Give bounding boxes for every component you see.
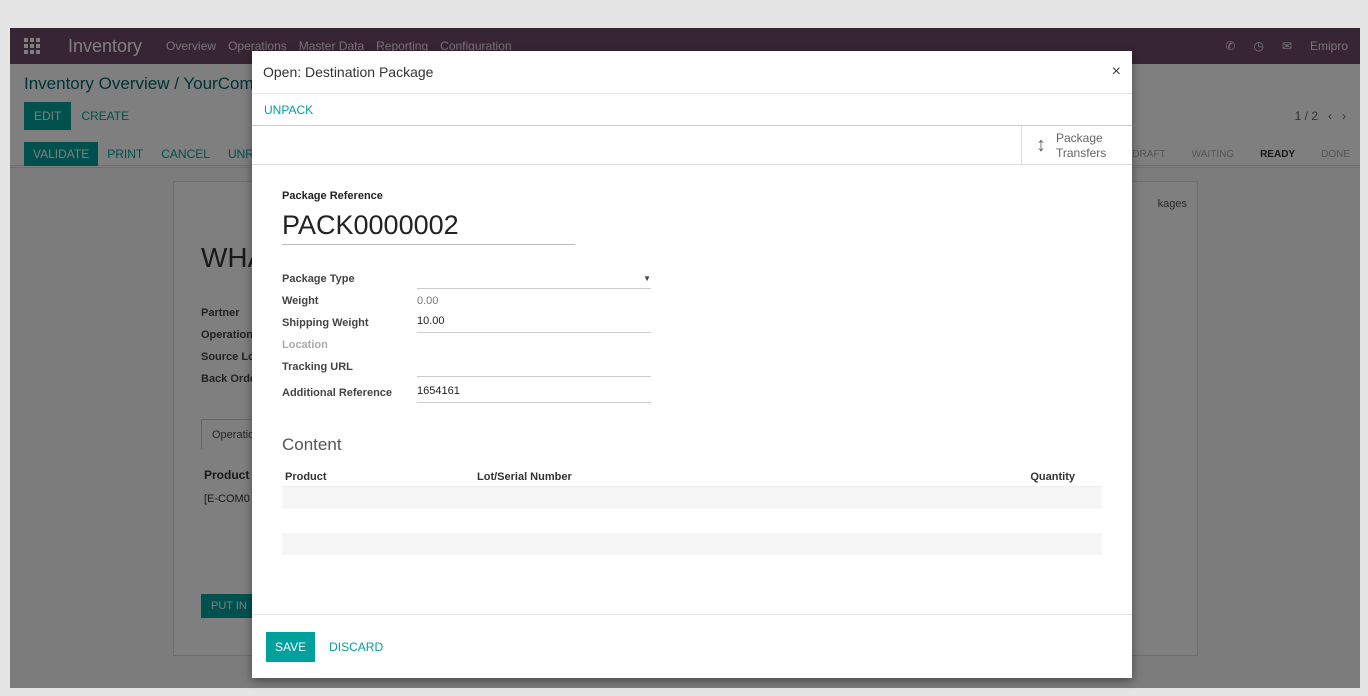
package-transfers-button[interactable]: ↕ Package Transfers bbox=[1021, 126, 1132, 165]
button-box: ↕ Package Transfers bbox=[252, 126, 1132, 165]
shipping-weight-row: Shipping Weight 10.00 bbox=[282, 311, 1102, 333]
table-row bbox=[282, 533, 1102, 555]
modal-overlay: Open: Destination Package × UNPACK ↕ Pac… bbox=[0, 0, 1368, 696]
dialog-body: UNPACK ↕ Package Transfers Package Refer… bbox=[252, 94, 1132, 614]
package-reference-label: Package Reference bbox=[282, 190, 383, 202]
location-row: Location bbox=[282, 333, 1102, 355]
dialog-title: Open: Destination Package bbox=[263, 64, 434, 80]
column-quantity[interactable]: Quantity bbox=[1030, 471, 1075, 483]
package-form: Package Reference PACK0000002 Package Ty… bbox=[252, 165, 1132, 580]
package-transfers-label: Package Transfers bbox=[1056, 131, 1106, 161]
weight-value: 0.00 bbox=[417, 295, 439, 307]
content-table: Product Lot/Serial Number Quantity bbox=[282, 467, 1102, 555]
column-product[interactable]: Product bbox=[285, 471, 477, 483]
destination-package-dialog: Open: Destination Package × UNPACK ↕ Pac… bbox=[252, 51, 1132, 678]
additional-reference-input[interactable]: 1654161 bbox=[417, 385, 651, 403]
table-row bbox=[282, 509, 1102, 533]
package-type-select[interactable]: ▼ bbox=[417, 271, 651, 289]
content-table-header: Product Lot/Serial Number Quantity bbox=[282, 467, 1102, 487]
location-label: Location bbox=[282, 339, 328, 351]
package-transfers-line2: Transfers bbox=[1056, 145, 1107, 160]
dialog-footer: SAVE DISCARD bbox=[252, 614, 1132, 678]
tracking-url-label: Tracking URL bbox=[282, 361, 353, 373]
package-fields: Package Type ▼ Weight 0.00 Shipping Weig… bbox=[282, 267, 1102, 403]
dialog-header: Open: Destination Package × bbox=[252, 51, 1132, 94]
tracking-url-input[interactable] bbox=[417, 359, 651, 377]
close-icon[interactable]: × bbox=[1112, 63, 1121, 81]
package-reference-field[interactable]: PACK0000002 bbox=[282, 204, 575, 245]
tracking-url-row: Tracking URL bbox=[282, 355, 1102, 377]
location-value bbox=[417, 351, 651, 355]
shipping-weight-label: Shipping Weight bbox=[282, 317, 369, 329]
additional-reference-label: Additional Reference bbox=[282, 387, 393, 399]
package-type-label: Package Type bbox=[282, 273, 355, 285]
form-header: UNPACK bbox=[252, 94, 1132, 126]
discard-button[interactable]: DISCARD bbox=[323, 632, 389, 662]
weight-row: Weight 0.00 bbox=[282, 289, 1102, 311]
package-transfers-line1: Package bbox=[1056, 130, 1103, 145]
additional-reference-row: Additional Reference 1654161 bbox=[282, 377, 1102, 403]
arrows-v-icon: ↕ bbox=[1036, 134, 1046, 156]
content-section-title: Content bbox=[282, 435, 342, 454]
column-lot-serial[interactable]: Lot/Serial Number bbox=[477, 471, 977, 483]
unpack-button[interactable]: UNPACK bbox=[264, 103, 313, 117]
package-type-row: Package Type ▼ bbox=[282, 267, 1102, 289]
save-button[interactable]: SAVE bbox=[266, 631, 316, 662]
table-row bbox=[282, 487, 1102, 509]
weight-label: Weight bbox=[282, 295, 319, 307]
caret-down-icon: ▼ bbox=[643, 274, 651, 283]
shipping-weight-input[interactable]: 10.00 bbox=[417, 315, 651, 333]
